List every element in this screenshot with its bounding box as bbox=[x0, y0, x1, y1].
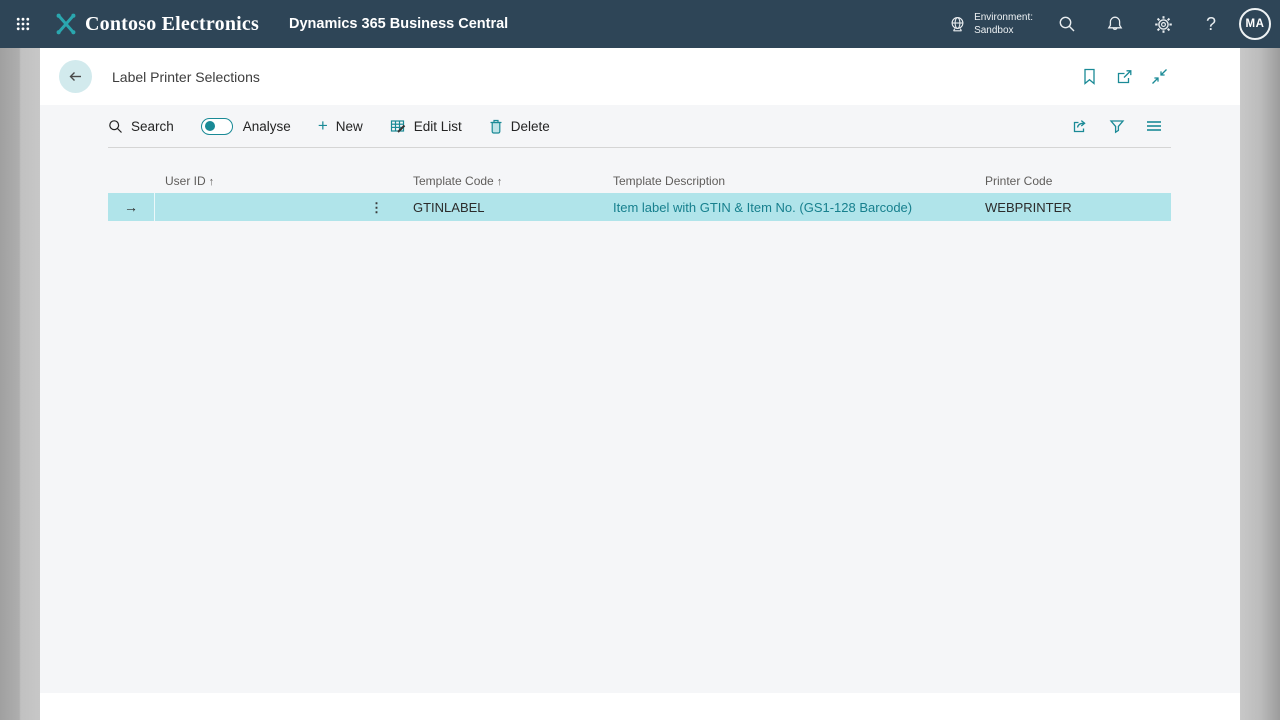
template-description-link[interactable]: Item label with GTIN & Item No. (GS1-128… bbox=[613, 200, 912, 215]
analyse-toggle[interactable] bbox=[201, 118, 233, 135]
page-body: Search Analyse + New bbox=[40, 105, 1240, 693]
plus-icon: + bbox=[318, 117, 328, 134]
environment-label: Environment: Sandbox bbox=[974, 11, 1033, 37]
filter-button[interactable] bbox=[1108, 117, 1126, 135]
top-navigation-bar: Contoso Electronics Dynamics 365 Busines… bbox=[0, 0, 1280, 48]
app-launcher-button[interactable] bbox=[0, 0, 46, 48]
analyse-toggle-group: Analyse bbox=[201, 118, 291, 135]
notifications-button[interactable] bbox=[1091, 0, 1139, 48]
sort-asc-icon: ↑ bbox=[209, 176, 215, 188]
search-button[interactable] bbox=[1043, 0, 1091, 48]
delete-button[interactable]: Delete bbox=[489, 118, 550, 134]
template-code-value[interactable]: GTINLABEL bbox=[413, 200, 485, 215]
page-header-actions bbox=[1080, 68, 1168, 86]
brand-name: Contoso Electronics bbox=[85, 13, 259, 36]
search-icon bbox=[1058, 15, 1076, 33]
collapse-page-button[interactable] bbox=[1150, 68, 1168, 86]
company-brand[interactable]: Contoso Electronics bbox=[54, 12, 259, 36]
table-row[interactable]: → ⋮ GTINLABEL Item label with GTIN & Ite… bbox=[108, 193, 1171, 221]
share-icon bbox=[1072, 118, 1089, 134]
background-page-right-edge bbox=[1240, 48, 1280, 720]
toolbar-right-actions bbox=[1071, 117, 1171, 135]
waffle-icon bbox=[16, 17, 30, 31]
open-in-new-window-icon bbox=[1116, 69, 1133, 85]
action-toolbar: Search Analyse + New bbox=[108, 105, 1171, 148]
toolbar-search-label: Search bbox=[131, 119, 174, 134]
share-button[interactable] bbox=[1071, 117, 1089, 135]
column-header-user-id[interactable]: User ID↑ bbox=[155, 174, 403, 188]
list-icon bbox=[1146, 119, 1162, 133]
analyse-label: Analyse bbox=[243, 119, 291, 134]
list-workspace: Search Analyse + New bbox=[108, 105, 1171, 221]
help-icon: ? bbox=[1206, 14, 1216, 35]
background-page-left-edge bbox=[0, 48, 40, 720]
toolbar-search-button[interactable]: Search bbox=[108, 119, 174, 134]
column-header-printer-code[interactable]: Printer Code bbox=[975, 174, 1171, 188]
delete-label: Delete bbox=[511, 119, 550, 134]
bookmark-icon bbox=[1082, 68, 1097, 85]
user-id-cell[interactable]: ⋮ bbox=[155, 193, 403, 221]
page-title: Label Printer Selections bbox=[112, 69, 260, 85]
trash-icon bbox=[489, 118, 503, 134]
label-printer-selections-page: Label Printer Selections bbox=[40, 48, 1240, 720]
filter-funnel-icon bbox=[1109, 119, 1125, 134]
environment-indicator[interactable]: Environment: Sandbox bbox=[948, 11, 1033, 37]
printer-code-cell[interactable]: WEBPRINTER bbox=[975, 200, 1171, 215]
settings-button[interactable] bbox=[1139, 0, 1187, 48]
search-icon bbox=[108, 119, 123, 134]
help-button[interactable]: ? bbox=[1187, 0, 1235, 48]
gear-icon bbox=[1154, 15, 1173, 34]
active-row-arrow-icon: → bbox=[124, 199, 138, 215]
edit-list-label: Edit List bbox=[414, 119, 462, 134]
table-header-row: User ID↑ Template Code↑ Template Descrip… bbox=[108, 174, 1171, 193]
printer-code-value[interactable]: WEBPRINTER bbox=[985, 200, 1072, 215]
user-avatar[interactable]: MA bbox=[1239, 8, 1271, 40]
page-stage: Label Printer Selections bbox=[0, 48, 1280, 720]
bell-icon bbox=[1106, 15, 1124, 33]
row-selector-cell[interactable]: → bbox=[108, 193, 155, 221]
back-button[interactable] bbox=[59, 60, 92, 93]
bookmark-button[interactable] bbox=[1080, 68, 1098, 86]
edit-list-icon bbox=[390, 119, 406, 134]
column-header-template-code[interactable]: Template Code↑ bbox=[403, 174, 603, 188]
page-footer-spacer bbox=[40, 693, 1240, 720]
collapse-arrows-icon bbox=[1151, 68, 1168, 85]
label-printer-selections-table: User ID↑ Template Code↑ Template Descrip… bbox=[108, 174, 1171, 221]
analyse-toggle-knob bbox=[205, 121, 215, 131]
contoso-logo-icon bbox=[54, 12, 78, 36]
back-arrow-icon bbox=[67, 68, 84, 85]
template-code-cell[interactable]: GTINLABEL bbox=[403, 200, 603, 215]
topbar-right-cluster: Environment: Sandbox bbox=[948, 0, 1280, 48]
environment-globe-icon bbox=[948, 15, 967, 34]
edit-list-button[interactable]: Edit List bbox=[390, 119, 462, 134]
column-header-template-description[interactable]: Template Description bbox=[603, 174, 975, 188]
new-button[interactable]: + New bbox=[318, 119, 363, 134]
sort-asc-icon: ↑ bbox=[497, 176, 503, 188]
template-description-cell[interactable]: Item label with GTIN & Item No. (GS1-128… bbox=[603, 200, 975, 215]
list-options-button[interactable] bbox=[1145, 117, 1163, 135]
open-in-new-window-button[interactable] bbox=[1115, 68, 1133, 86]
row-context-menu-button[interactable]: ⋮ bbox=[370, 201, 383, 214]
page-header: Label Printer Selections bbox=[40, 48, 1240, 105]
new-label: New bbox=[336, 119, 363, 134]
app-title[interactable]: Dynamics 365 Business Central bbox=[289, 16, 508, 32]
